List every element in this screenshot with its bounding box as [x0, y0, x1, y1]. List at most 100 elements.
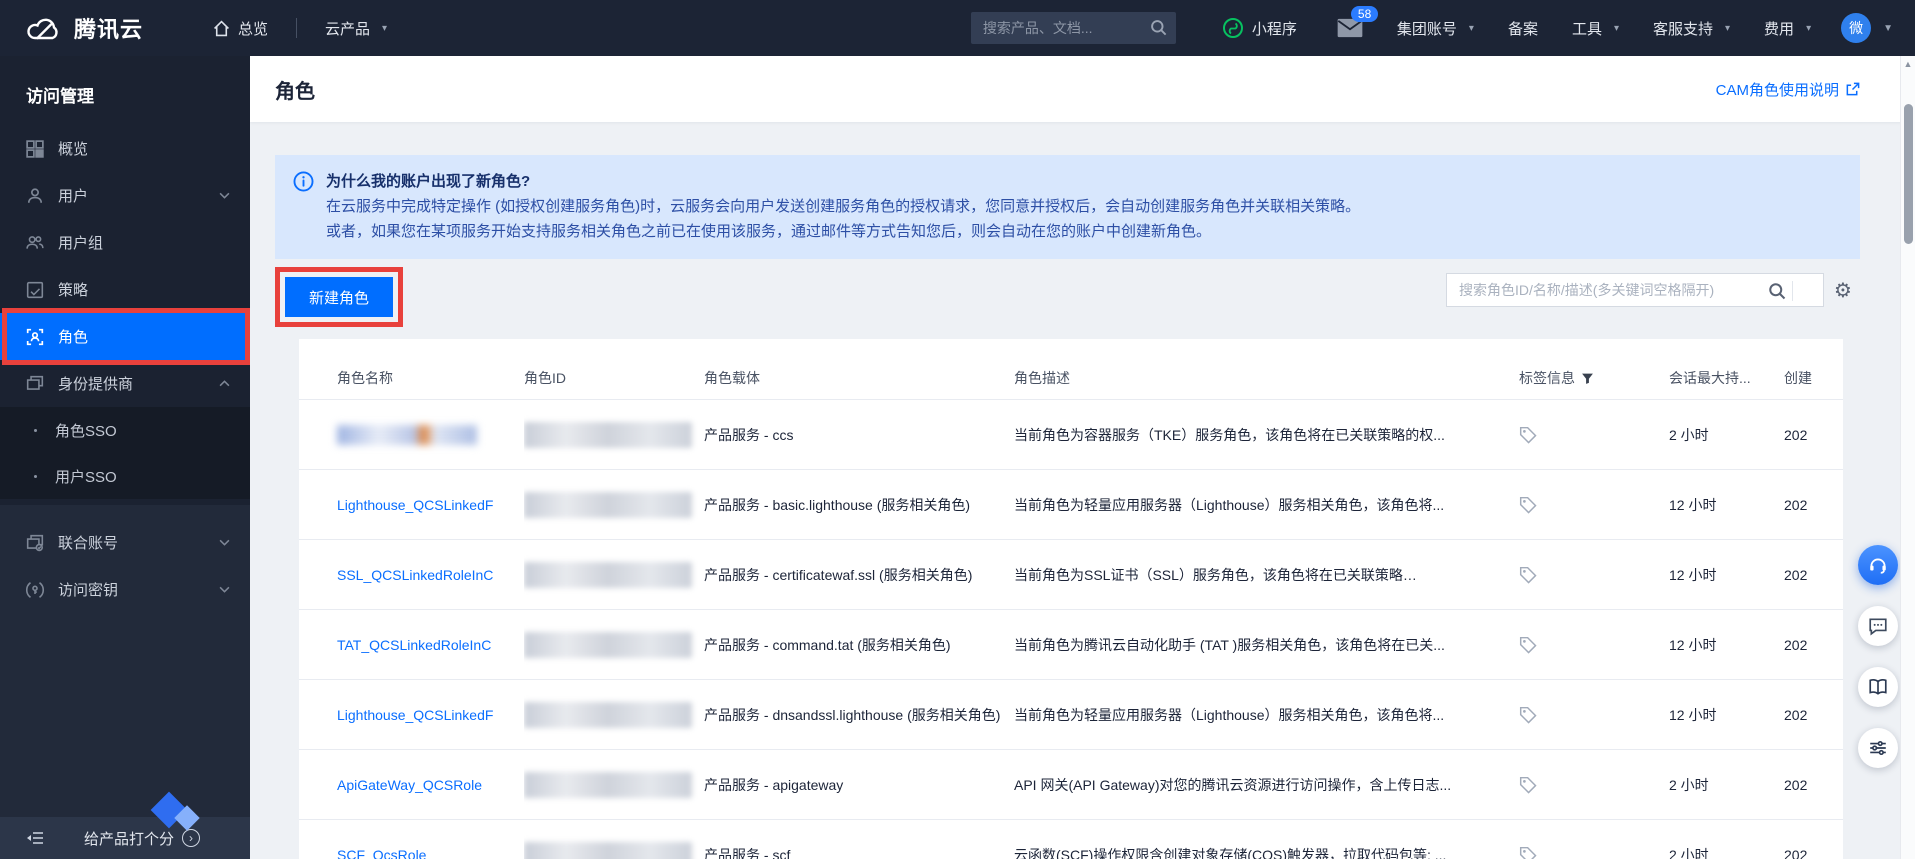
column-settings-gear-icon[interactable]: ⚙ — [1826, 273, 1860, 307]
chevron-down-icon: ▾ — [1468, 22, 1474, 34]
global-search-input[interactable] — [982, 20, 1144, 36]
sidebar: 访问管理 概览 用户 用户组 策略 角色 身份提供商 角色SSO 用户SSO 联… — [0, 56, 250, 859]
role-name-link[interactable]: Lighthouse_QCSLinkedF — [337, 497, 514, 513]
table-row[interactable]: Lighthouse_QCSLinkedF 产品服务 - dnsandssl.l… — [299, 679, 1843, 750]
col-session-duration: 会话最大持... — [1669, 357, 1784, 400]
sidebar-item-role-sso[interactable]: 角色SSO — [0, 407, 250, 453]
table-row[interactable]: SCF_QcsRole 产品服务 - scf 云函数(SCF)操作权限含创建对象… — [299, 820, 1843, 859]
nav-mini-program[interactable]: 小程序 — [1222, 17, 1297, 39]
tag-icon[interactable] — [1519, 776, 1659, 794]
tag-icon[interactable] — [1519, 636, 1659, 654]
tencent-cloud-logo[interactable]: 腾讯云 — [26, 12, 143, 44]
filter-funnel-icon[interactable] — [1581, 372, 1594, 385]
sidebar-item-overview[interactable]: 概览 — [0, 125, 250, 172]
nav-group-account[interactable]: 集团账号 ▾ — [1397, 18, 1474, 39]
documentation-button[interactable] — [1858, 667, 1898, 707]
arrow-circle-icon[interactable]: › — [182, 829, 201, 847]
col-role-id: 角色ID — [524, 357, 704, 400]
info-banner: 为什么我的账户出现了新角色? 在云服务中完成特定操作 (如授权创建服务角色)时，… — [275, 155, 1860, 259]
col-role-desc: 角色描述 — [1014, 357, 1519, 400]
session-duration: 2 小时 — [1669, 846, 1709, 859]
search-icon[interactable] — [1149, 18, 1168, 37]
message-count-badge: 58 — [1350, 6, 1379, 22]
role-name-link[interactable]: TAT_QCSLinkedRoleInC — [337, 637, 514, 653]
nav-icp[interactable]: 备案 — [1508, 18, 1538, 39]
book-icon — [1868, 677, 1888, 697]
feedback-survey-button[interactable] — [1858, 728, 1898, 768]
role-desc: 当前角色为腾讯云自动化助手 (TAT )服务相关角色，该角色将在已关... — [1014, 609, 1519, 680]
role-name-link[interactable]: Lighthouse_QCSLinkedF — [337, 707, 514, 723]
scroll-up-arrow[interactable]: ▲ — [1901, 56, 1915, 72]
sidebar-item-identity-providers[interactable]: 身份提供商 — [0, 360, 250, 407]
create-role-button[interactable]: 新建角色 — [285, 277, 394, 317]
search-icon[interactable] — [1767, 281, 1787, 301]
session-duration: 2 小时 — [1669, 749, 1784, 820]
cam-doc-link[interactable]: CAM角色使用说明 — [1716, 79, 1860, 100]
account-menu[interactable]: 微 ▼ — [1841, 13, 1893, 43]
role-desc: 当前角色为SSL证书（SSL）服务角色，该角色将在已关联策略… — [1014, 539, 1519, 610]
role-search[interactable] — [1446, 273, 1824, 307]
global-search[interactable] — [970, 12, 1176, 44]
role-desc: 当前角色为轻量应用服务器（Lighthouse）服务相关角色，该角色将... — [1014, 469, 1519, 540]
sidebar-item-users[interactable]: 用户 — [0, 172, 250, 219]
table-row[interactable]: TAT_QCSLinkedRoleInC 产品服务 - command.tat … — [299, 609, 1843, 680]
tag-icon[interactable] — [1519, 566, 1659, 584]
sidebar-item-policies[interactable]: 策略 — [0, 266, 250, 313]
sidebar-item-user-groups[interactable]: 用户组 — [0, 219, 250, 266]
chevron-down-icon — [219, 539, 230, 546]
redacted-role-id — [524, 841, 692, 859]
session-duration: 12 小时 — [1669, 539, 1784, 610]
headset-icon — [1868, 555, 1888, 575]
sidebar-item-access-keys[interactable]: 访问密钥 — [0, 566, 250, 613]
home-icon — [213, 19, 230, 37]
chevron-down-icon — [219, 586, 230, 593]
col-role-carrier: 角色载体 — [704, 357, 1014, 400]
sidebar-item-user-sso[interactable]: 用户SSO — [0, 453, 250, 499]
tag-icon[interactable] — [1519, 706, 1659, 724]
role-name-link[interactable]: SSL_QCSLinkedRoleInC — [337, 567, 514, 583]
collapse-sidebar-icon[interactable] — [26, 830, 44, 846]
customer-service-button[interactable] — [1858, 545, 1898, 585]
col-tags: 标签信息 — [1519, 357, 1669, 400]
tag-icon[interactable] — [1519, 846, 1659, 859]
search-divider — [1792, 281, 1793, 301]
scrollbar-thumb[interactable] — [1904, 104, 1913, 244]
nav-overview[interactable]: 总览 — [213, 18, 268, 39]
nav-products[interactable]: 云产品 ▾ — [325, 18, 387, 39]
table-row[interactable]: Lighthouse_QCSLinkedF 产品服务 - basic.light… — [299, 469, 1843, 540]
tag-icon[interactable] — [1519, 496, 1659, 514]
identity-provider-icon — [26, 375, 44, 393]
external-link-icon — [1845, 82, 1860, 97]
avatar[interactable]: 微 — [1841, 13, 1872, 43]
nav-support[interactable]: 客服支持 ▾ — [1653, 18, 1730, 39]
redacted-role-name — [337, 424, 477, 445]
user-icon — [26, 187, 44, 205]
banner-line-2: 或者，如果您在某项服务开始支持服务相关角色之前已在使用该服务，通过邮件等方式告知… — [326, 223, 1212, 240]
role-desc: 当前角色为轻量应用服务器（Lighthouse）服务相关角色，该角色将... — [1014, 679, 1519, 750]
table-row[interactable]: 产品服务 - ccs 当前角色为容器服务（TKE）服务角色，该角色将在已关联策略… — [299, 399, 1843, 470]
role-carrier: 产品服务 - basic.lighthouse (服务相关角色) — [704, 469, 1014, 540]
redacted-role-id — [524, 561, 692, 588]
rate-product-link[interactable]: 给产品打个分 — [84, 828, 174, 849]
sidebar-item-roles[interactable]: 角色 — [0, 308, 250, 365]
redacted-role-id — [524, 421, 692, 448]
role-icon — [26, 328, 44, 346]
nav-tools[interactable]: 工具 ▾ — [1572, 18, 1619, 39]
redacted-role-id — [524, 631, 692, 658]
chevron-down-icon: ▼ — [1883, 22, 1893, 34]
grid-icon — [26, 139, 44, 158]
brand-name: 腾讯云 — [74, 17, 144, 42]
role-name-link[interactable]: ApiGateWay_QCSRole — [337, 777, 514, 793]
messages-button[interactable]: 58 — [1337, 6, 1379, 38]
chat-support-button[interactable] — [1858, 606, 1898, 646]
sidebar-item-federated-accounts[interactable]: 联合账号 — [0, 519, 250, 566]
tag-icon[interactable] — [1519, 426, 1659, 444]
sliders-icon — [1868, 738, 1888, 758]
table-row[interactable]: ApiGateWay_QCSRole 产品服务 - apigateway API… — [299, 749, 1843, 820]
topbar-divider — [296, 18, 298, 38]
nav-billing[interactable]: 费用 ▾ — [1764, 18, 1811, 39]
table-row[interactable]: SSL_QCSLinkedRoleInC 产品服务 - certificatew… — [299, 539, 1843, 610]
vertical-scrollbar[interactable]: ▲ — [1900, 56, 1915, 859]
role-name-link[interactable]: SCF_QcsRole — [337, 847, 514, 859]
chevron-down-icon: ▾ — [1613, 22, 1619, 34]
